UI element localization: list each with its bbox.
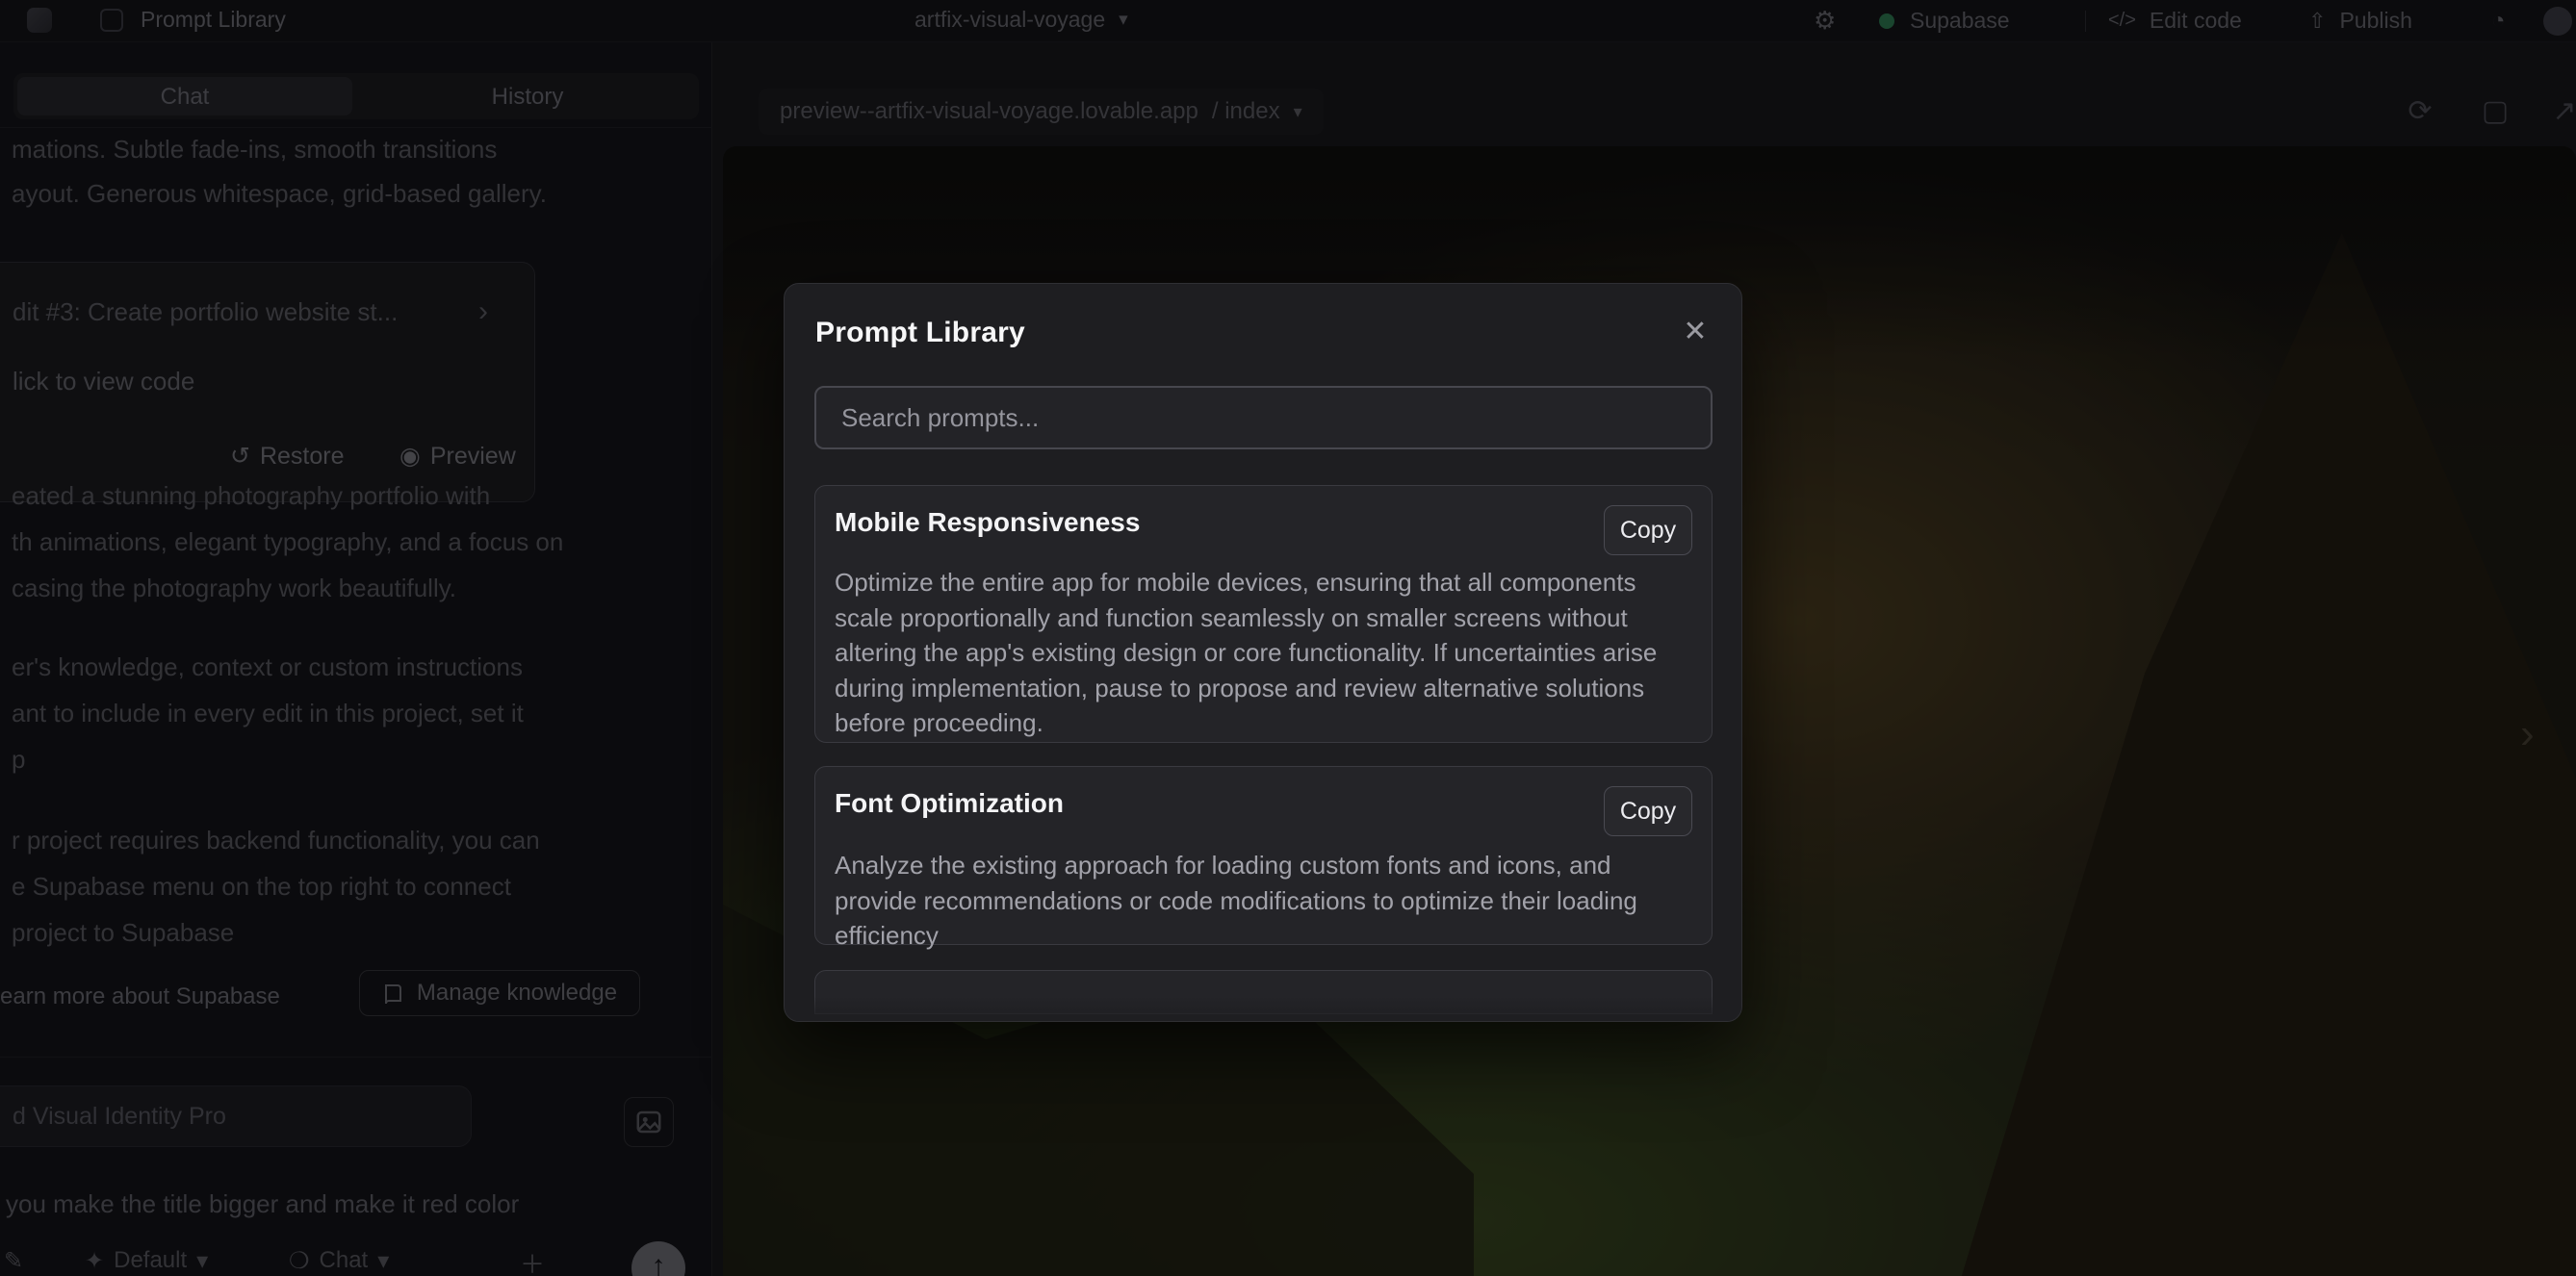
close-icon[interactable]: ✕: [1678, 315, 1713, 349]
prompt-card-mobile-responsiveness: Mobile Responsiveness Copy Optimize the …: [814, 485, 1713, 743]
prompt-library-modal: Prompt Library ✕ Mobile Responsiveness C…: [784, 283, 1742, 1022]
copy-button[interactable]: Copy: [1604, 505, 1692, 555]
prompt-card-font-optimization: Font Optimization Copy Analyze the exist…: [814, 766, 1713, 945]
prompt-description: Analyze the existing approach for loadin…: [835, 848, 1697, 954]
modal-title: Prompt Library: [815, 317, 1025, 349]
prompt-title: Font Optimization: [835, 788, 1064, 819]
app-window: Prompt Library artfix-visual-voyage ▾ ⚙ …: [0, 0, 2576, 1276]
copy-label: Copy: [1620, 517, 1676, 545]
search-input[interactable]: [814, 386, 1713, 449]
modal-bottom-fade: [786, 996, 1741, 1021]
copy-button[interactable]: Copy: [1604, 786, 1692, 836]
prompt-description: Optimize the entire app for mobile devic…: [835, 565, 1697, 741]
prompt-title: Mobile Responsiveness: [835, 507, 1140, 538]
copy-label: Copy: [1620, 798, 1676, 826]
